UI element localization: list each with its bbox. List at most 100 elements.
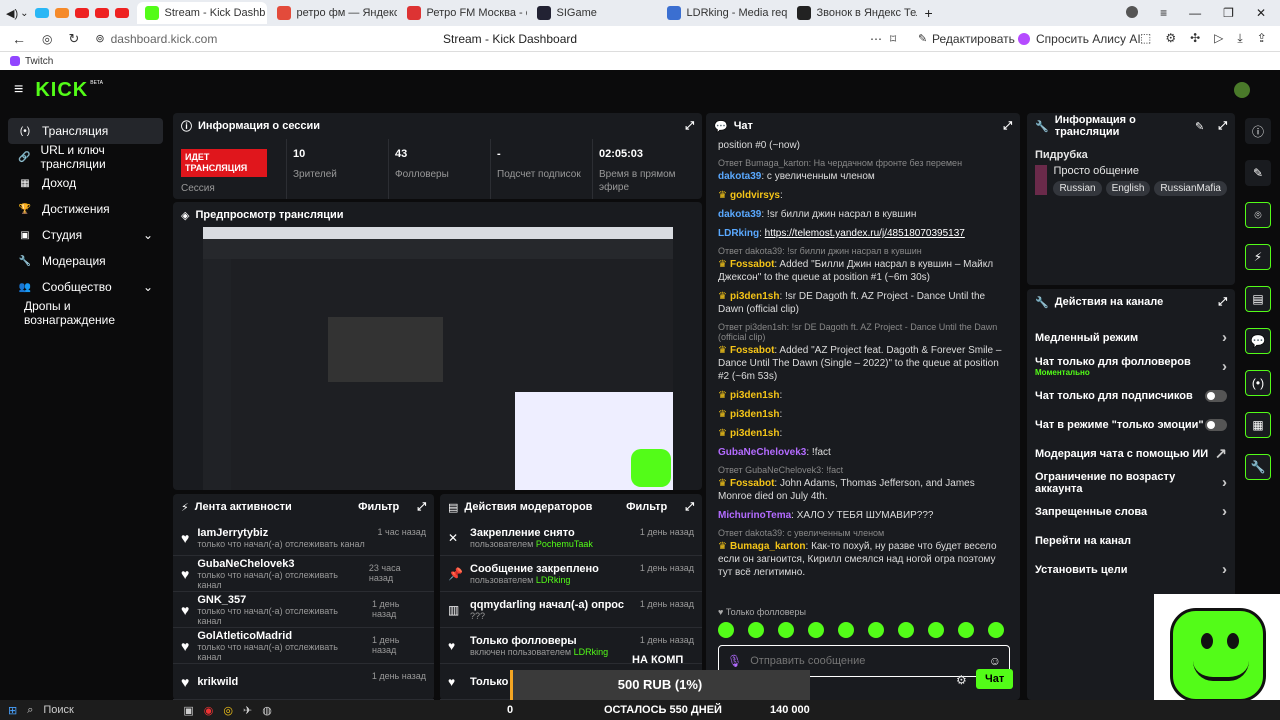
avatar[interactable] — [1126, 6, 1139, 18]
document-icon[interactable]: ▤ — [1245, 286, 1271, 312]
browser-tab[interactable]: Ретро FM Москва - слуш — [399, 2, 527, 24]
pinned-tab-icon[interactable] — [34, 8, 49, 18]
chat-username[interactable]: GubaNeChelovek3 — [718, 447, 806, 458]
activity-row[interactable]: ♥ GNK_357 только что начал(-а) отслеживать… — [173, 592, 434, 628]
chat-username[interactable]: LDRking — [718, 228, 759, 239]
emote-icon[interactable] — [808, 622, 824, 638]
activity-user[interactable]: GubaNeChelovek3 — [197, 558, 361, 570]
maximize-icon[interactable]: ❐ — [1223, 6, 1234, 20]
mic-icon[interactable]: 🎙 — [727, 654, 742, 668]
kick-logo[interactable]: KICK — [35, 79, 88, 102]
chat-message[interactable]: dakota39: !sr билли джин насрал в кувшин — [718, 208, 1008, 221]
send-button[interactable]: Чат — [976, 669, 1014, 689]
youtube-tab-icon[interactable] — [94, 8, 109, 18]
download-icon[interactable]: ⤓ — [1237, 31, 1242, 46]
bookmark-twitch[interactable]: Twitch — [25, 56, 53, 67]
channel-action-row[interactable]: Медленный режим › — [1027, 323, 1235, 352]
more-icon[interactable]: ⋯ — [870, 32, 882, 46]
channel-action-row[interactable]: Установить цели › — [1027, 555, 1235, 584]
chevron-right-icon[interactable]: › — [1222, 503, 1227, 520]
mod-action-user[interactable]: LDRking — [536, 575, 571, 585]
app-icon[interactable]: ✈ — [243, 704, 252, 717]
stream-tag[interactable]: Russian — [1053, 181, 1102, 196]
emote-icon[interactable] — [718, 622, 734, 638]
search-icon[interactable]: ⌕ — [27, 704, 33, 717]
chat-username[interactable]: goldvirsys — [730, 190, 780, 201]
external-link-icon[interactable]: ↗ — [1214, 445, 1227, 463]
channel-action-row[interactable]: Запрещенные слова › — [1027, 497, 1235, 526]
chat-username[interactable]: pi3den1sh — [730, 390, 779, 401]
emote-icon[interactable] — [868, 622, 884, 638]
filter-button[interactable]: Фильтр — [358, 501, 399, 513]
settings-icon[interactable]: ⚙ — [956, 673, 967, 687]
chat-message[interactable]: Ответ Bumaga_karton: На чердачном фронте… — [718, 158, 1008, 183]
app-icon[interactable]: ◉ — [204, 704, 214, 717]
channel-action-row[interactable]: Чат в режиме "только эмоции" — [1027, 410, 1235, 439]
chat-message[interactable]: MichurinoTema: ХАЛО У ТЕБЯ ШУМАВИР??? — [718, 509, 1008, 522]
camera-icon[interactable]: ⌾ — [1245, 202, 1271, 228]
chat-username[interactable]: pi3den1sh — [730, 428, 779, 439]
browser-tab[interactable]: ретро фм — Яндекс: наш — [269, 2, 397, 24]
toggle-switch[interactable] — [1205, 418, 1227, 431]
chat-username[interactable]: Bumaga_karton — [730, 541, 806, 552]
emoji-icon[interactable]: ☺ — [989, 654, 1001, 668]
chat-message[interactable]: ♛ goldvirsys: — [718, 189, 1008, 202]
chat-message[interactable]: ♛ pi3den1sh: — [718, 427, 1008, 440]
expand-icon[interactable]: ⤢ — [685, 501, 694, 514]
chat-message[interactable]: Ответ dakota39: с увеличенным членом ♛ Bum… — [718, 528, 1008, 579]
sidebar-item[interactable]: ▦ Доход — [8, 170, 163, 196]
activity-row[interactable]: ♥ IamJerrytybiz только что начал(-а) отсле… — [173, 520, 434, 556]
youtube-tab-icon[interactable] — [114, 8, 129, 18]
expand-icon[interactable]: ⤢ — [1218, 120, 1227, 133]
edit-button[interactable]: Редактировать — [932, 32, 1015, 46]
chat-username[interactable]: dakota39 — [718, 171, 761, 182]
chat-username[interactable]: pi3den1sh — [730, 409, 779, 420]
alice-button[interactable]: Спросить Алису AI — [1036, 32, 1141, 46]
menu-icon[interactable]: ≡ — [1160, 6, 1167, 20]
share-icon[interactable]: ⇪ — [1257, 31, 1267, 46]
browser-tab[interactable]: Звонок в Яндекс Телемос — [789, 2, 917, 24]
channel-action-row[interactable]: Чат только для подписчиков — [1027, 381, 1235, 410]
activity-user[interactable]: krikwild — [197, 676, 238, 688]
hamburger-icon[interactable]: ≡ — [14, 81, 23, 99]
emote-icon[interactable] — [988, 622, 1004, 638]
expand-icon[interactable]: ⤢ — [1003, 120, 1012, 133]
channel-action-row[interactable]: Модерация чата с помощью ИИ ↗ — [1027, 439, 1235, 468]
bolt-icon[interactable]: ⚡ — [1245, 244, 1271, 270]
emote-icon[interactable] — [898, 622, 914, 638]
expand-icon[interactable]: ⤢ — [685, 120, 694, 133]
browser-icon[interactable]: ◎ — [223, 704, 233, 717]
audio-icon[interactable]: ◀) — [6, 7, 18, 20]
browser-tab[interactable]: SIGame — [529, 2, 657, 24]
chat-message[interactable]: ♛ pi3den1sh: — [718, 389, 1008, 402]
chat-link[interactable]: https://telemost.yandex.ru/j/48518070395… — [765, 228, 965, 239]
wrench-icon[interactable]: 🔧 — [1245, 454, 1271, 480]
youtube-tab-icon[interactable] — [74, 8, 89, 18]
puzzle-icon[interactable]: ✣ — [1190, 31, 1200, 46]
channel-action-row[interactable]: Чат только для фолловеров Моментально › — [1027, 352, 1235, 381]
chat-username[interactable]: Fossabot — [730, 259, 774, 270]
activity-row[interactable]: ♥ GolAtleticoMadrid только что начал(-а) о… — [173, 628, 434, 664]
chat-username[interactable]: Fossabot — [730, 478, 774, 489]
avatar[interactable] — [1234, 82, 1250, 98]
emote-icon[interactable] — [838, 622, 854, 638]
taskbar-search[interactable]: Поиск — [43, 704, 173, 716]
sidebar-item[interactable]: (•) Трансляция — [8, 118, 163, 144]
edit-icon[interactable]: ✎ — [1245, 160, 1271, 186]
chat-message[interactable]: ♛ pi3den1sh: — [718, 408, 1008, 421]
sidebar-item[interactable]: 👥 Сообщество ⌄ — [8, 274, 163, 300]
url-input[interactable]: dashboard.kick.com — [111, 32, 218, 46]
activity-row[interactable]: ♥ GubaNeChelovek3 только что начал(-а) отс… — [173, 556, 434, 592]
back-icon[interactable]: ← — [12, 31, 26, 47]
settings-icon[interactable]: ⚙ — [1165, 31, 1176, 46]
chevron-right-icon[interactable]: › — [1222, 329, 1227, 346]
activity-user[interactable]: GNK_357 — [197, 594, 364, 606]
new-tab-icon[interactable]: + — [925, 5, 933, 21]
chat-message[interactable]: Ответ GubaNeChelovek3: !fact ♛ Fossabot: J… — [718, 465, 1008, 503]
mod-action-row[interactable]: ✕ Закрепление снято пользователем PochemuT… — [440, 520, 702, 556]
chat-username[interactable]: dakota39 — [718, 209, 761, 220]
chat-username[interactable]: pi3den1sh — [730, 291, 779, 302]
chat-username[interactable]: Fossabot — [730, 345, 774, 356]
chat-message[interactable]: ♛ pi3den1sh: !sr DE Dagoth ft. AZ Project… — [718, 290, 1008, 316]
chevron-right-icon[interactable]: › — [1222, 561, 1227, 578]
